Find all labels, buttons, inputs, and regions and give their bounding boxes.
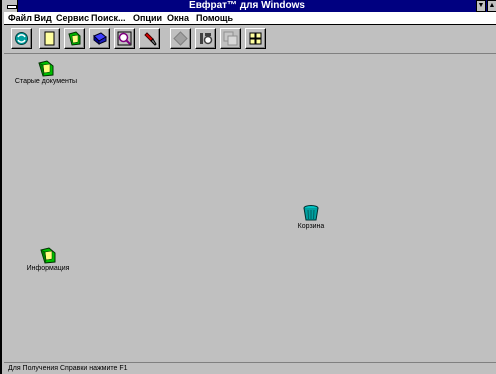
grid-icon (249, 32, 262, 45)
toolbar (4, 25, 496, 54)
folder-icon (38, 60, 54, 77)
title-bar[interactable]: Евфрат™ для Windows ▼ ▲ (4, 0, 496, 12)
search-button[interactable] (114, 28, 135, 49)
refresh-button[interactable] (11, 28, 32, 49)
minimize-button[interactable]: ▼ (476, 0, 486, 12)
desktop-icon-old-documents[interactable]: Старые документы (10, 59, 82, 86)
menu-search[interactable]: Поиск... (91, 13, 126, 24)
search-icon (117, 31, 132, 46)
system-menu-button[interactable] (4, 0, 18, 12)
grid-view-button[interactable] (245, 28, 266, 49)
app-window: Евфрат™ для Windows ▼ ▲ Файл Вид Сервис … (0, 0, 496, 374)
trash-icon (303, 205, 319, 221)
menu-view[interactable]: Вид (34, 13, 52, 24)
workspace[interactable]: Старые документы Корзина Информация (4, 54, 496, 362)
menu-options[interactable]: Опции (133, 13, 162, 24)
disabled-tool-button[interactable] (170, 28, 191, 49)
copy-button[interactable] (220, 28, 241, 49)
print-icon (200, 33, 213, 45)
flashlight-icon (144, 32, 157, 46)
disabled-diamond-icon (173, 31, 188, 46)
menu-service[interactable]: Сервис (56, 13, 89, 24)
desktop-icon-information[interactable]: Информация (18, 246, 78, 273)
desktop-icon-trash[interactable]: Корзина (286, 204, 336, 231)
book-button[interactable] (89, 28, 110, 49)
desktop-icon-label: Информация (26, 265, 70, 272)
status-bar: Для Получения Справки нажмите F1 (4, 362, 496, 374)
refresh-icon (15, 32, 28, 45)
copy-icon (223, 31, 238, 46)
maximize-button[interactable]: ▲ (487, 0, 496, 12)
desktop-icon-label: Старые документы (14, 78, 78, 85)
new-document-icon (44, 31, 55, 46)
menu-help[interactable]: Помощь (196, 13, 233, 24)
folder-icon (40, 247, 56, 264)
print-button[interactable] (195, 28, 216, 49)
menu-windows[interactable]: Окна (167, 13, 189, 24)
status-text: Для Получения Справки нажмите F1 (8, 365, 128, 372)
open-folder-icon (68, 31, 81, 46)
desktop-icon-label: Корзина (297, 223, 325, 230)
menu-file[interactable]: Файл (8, 13, 32, 24)
new-document-button[interactable] (39, 28, 60, 49)
menu-bar: Файл Вид Сервис Поиск... Опции Окна Помо… (4, 12, 496, 25)
book-icon (93, 32, 107, 46)
open-folder-button[interactable] (64, 28, 85, 49)
flashlight-button[interactable] (139, 28, 160, 49)
window-title: Евфрат™ для Windows (189, 0, 305, 11)
